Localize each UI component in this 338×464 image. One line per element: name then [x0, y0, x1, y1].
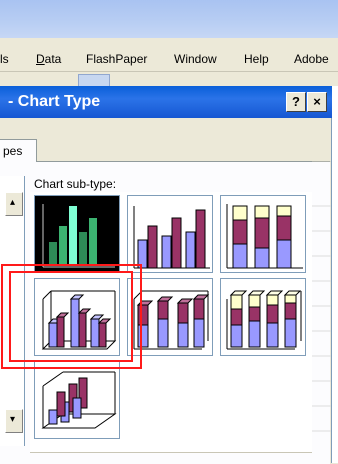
sheet-edge: [332, 86, 338, 463]
subtype-clustered-column-3d-effect[interactable]: [127, 195, 213, 273]
clustered-column-icon: [40, 200, 116, 268]
subtype-stacked-column[interactable]: [220, 195, 306, 273]
close-button[interactable]: ×: [307, 92, 327, 112]
tab-label: pes: [3, 144, 23, 158]
menu-item-data[interactable]: Data: [36, 52, 61, 66]
scroll-down-icon: ▾: [10, 414, 16, 425]
subtype-100-percent-stacked-3d-column[interactable]: [220, 278, 306, 356]
dialog-title-bar[interactable]: - Chart Type ? ×: [0, 86, 332, 118]
menu-item-data-rest: ata: [44, 52, 62, 66]
toolbar-strip: [0, 72, 338, 86]
3d-column-icon: [41, 371, 117, 429]
menu-item-window[interactable]: Window: [174, 52, 217, 66]
scroll-up-button[interactable]: ▴: [5, 192, 23, 216]
tab-standard-types[interactable]: pes: [0, 139, 37, 162]
menu-item-help[interactable]: Help: [244, 52, 269, 66]
chart-subtype-label: Chart sub-type:: [34, 177, 117, 191]
dialog-title: - Chart Type: [8, 93, 101, 110]
menu-item-tools[interactable]: ls: [0, 52, 9, 66]
scroll-up-icon: ▴: [10, 197, 16, 208]
menu-item-adobe[interactable]: Adobe: [294, 52, 329, 66]
excel-title-area: [0, 0, 338, 38]
100-percent-stacked-column-icon: [226, 290, 302, 350]
scroll-down-button[interactable]: ▾: [5, 409, 23, 433]
menu-bar: ls Data FlashPaper Window Help Adobe: [0, 38, 338, 72]
clustered-column-3d-icon: [133, 206, 210, 269]
menu-item-flashpaper[interactable]: FlashPaper: [86, 52, 147, 66]
description-area: [30, 452, 312, 464]
subtype-3d-column[interactable]: [34, 361, 120, 439]
subtype-clustered-column[interactable]: [34, 195, 120, 273]
stacked-column-icon: [226, 204, 303, 269]
selection-highlight-inner: [9, 271, 133, 362]
help-button[interactable]: ?: [286, 92, 306, 112]
dialog-border: [331, 118, 332, 463]
sheet-gridlines: [312, 161, 331, 432]
